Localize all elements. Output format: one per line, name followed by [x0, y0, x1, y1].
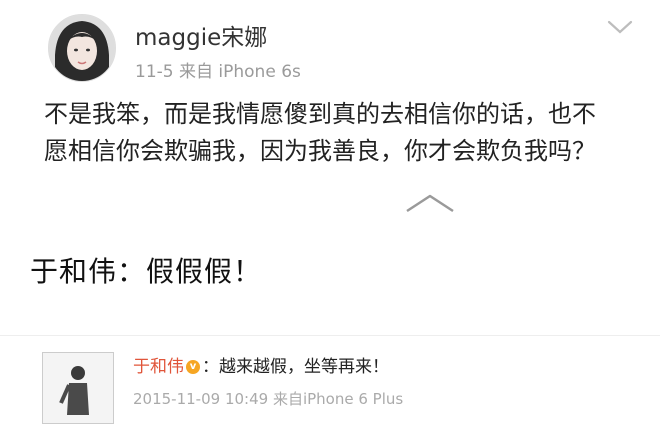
comment-meta: 2015-11-09 10:49 来自iPhone 6 Plus — [133, 388, 403, 409]
comment-source: 来自iPhone 6 Plus — [272, 390, 404, 408]
vip-badge-icon: v — [186, 360, 200, 374]
chevron-down-icon[interactable] — [605, 16, 635, 38]
weibo-post-card: maggie宋娜 11-5 来自 iPhone 6s 不是我笨，而是我情愿傻到真… — [0, 0, 660, 232]
post-source: 来自 iPhone 6s — [179, 62, 301, 82]
comment-item: 于和伟 v ：越来越假，坐等再来！ 2015-11-09 10:49 来自iPhon… — [0, 336, 660, 424]
caption-text: 于和伟：假假假！ — [30, 255, 263, 288]
post-meta: 11-5 来自 iPhone 6s — [135, 57, 301, 82]
post-username[interactable]: maggie宋娜 — [135, 18, 267, 52]
comment-author-avatar[interactable] — [42, 352, 114, 424]
comment-separator: ： — [202, 357, 219, 377]
post-author-avatar[interactable] — [48, 14, 116, 82]
comment-line: 于和伟 v ：越来越假，坐等再来！ — [133, 352, 389, 377]
comment-author-name[interactable]: 于和伟 — [133, 357, 184, 377]
post-timestamp: 11-5 — [135, 62, 174, 82]
post-body: 不是我笨，而是我情愿傻到真的去相信你的话，也不愿相信你会欺骗我，因为我善良，你才… — [44, 100, 596, 165]
caret-up-icon[interactable] — [405, 193, 455, 213]
comment-text: 越来越假，坐等再来！ — [219, 357, 389, 377]
comment-timestamp: 2015-11-09 10:49 — [133, 390, 269, 408]
